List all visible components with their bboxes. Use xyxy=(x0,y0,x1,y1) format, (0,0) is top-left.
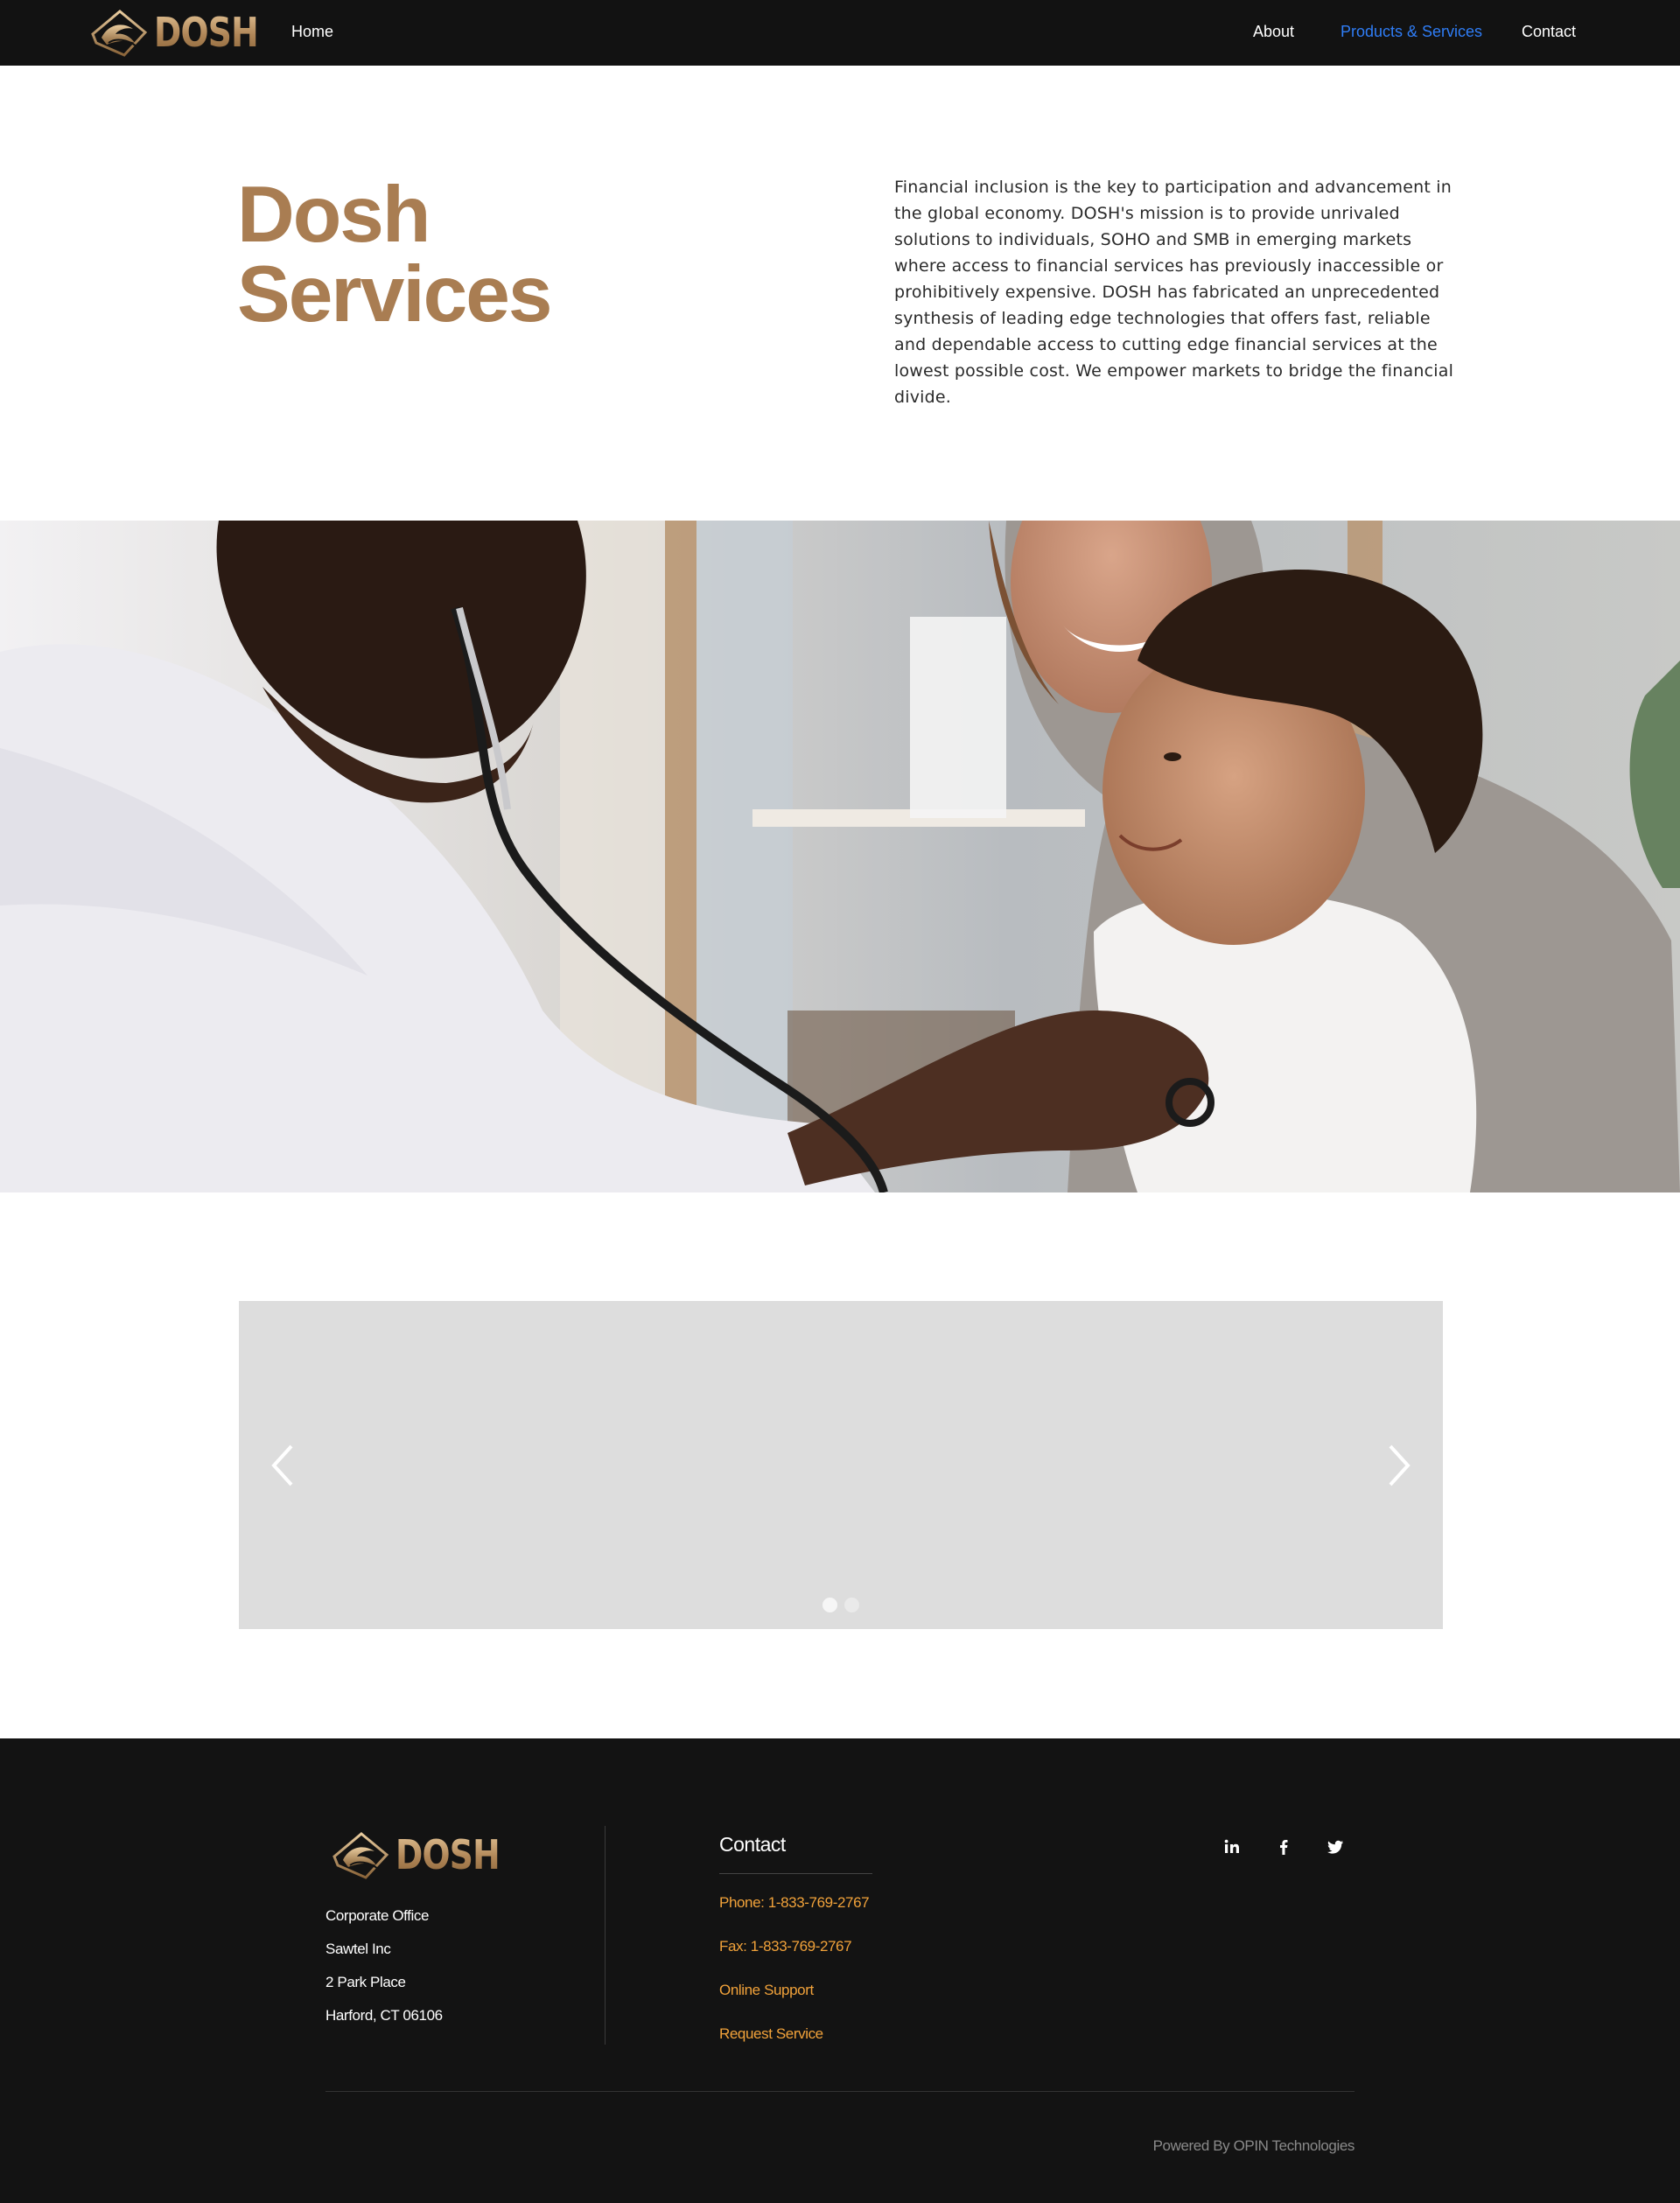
logo-wordmark: DOSH xyxy=(396,1831,500,1878)
slideshow-pagination xyxy=(239,1598,1443,1612)
footer-logo[interactable]: DOSH xyxy=(331,1829,522,1880)
phone-link[interactable]: Phone: 1-833-769-2767 xyxy=(719,1889,870,1933)
footer-divider xyxy=(605,1826,606,2045)
address-line: Harford, CT 06106 xyxy=(326,2007,443,2024)
contact-links: Phone: 1-833-769-2767 Fax: 1-833-769-276… xyxy=(719,1889,870,2064)
site-header: DOSH Home About Products & Services Cont… xyxy=(0,0,1680,66)
nav-contact[interactable]: Contact xyxy=(1522,23,1576,41)
address-line: Corporate Office xyxy=(326,1907,430,1924)
facebook-button[interactable] xyxy=(1271,1835,1296,1859)
linkedin-button[interactable] xyxy=(1220,1835,1244,1859)
page-title-line2: Services xyxy=(237,250,552,339)
contact-underline xyxy=(719,1873,872,1874)
twitter-button[interactable] xyxy=(1323,1835,1348,1859)
twitter-icon xyxy=(1327,1840,1343,1854)
slideshow-prev-button[interactable] xyxy=(265,1441,300,1490)
request-service-link[interactable]: Request Service xyxy=(719,2020,869,2064)
site-footer: DOSH Corporate Office Sawtel Inc 2 Park … xyxy=(0,1738,1680,2203)
chevron-right-icon xyxy=(1389,1444,1410,1486)
dosh-logo-icon xyxy=(331,1830,392,1879)
slideshow xyxy=(239,1301,1443,1629)
contact-heading: Contact xyxy=(719,1833,786,1856)
hero-photo xyxy=(0,521,1680,1192)
slide-dot-1[interactable] xyxy=(822,1598,837,1612)
address-line: 2 Park Place xyxy=(326,1974,406,1990)
dosh-logo-icon xyxy=(89,8,150,57)
slide-dot-2[interactable] xyxy=(844,1598,859,1612)
header-logo[interactable]: DOSH xyxy=(89,7,281,58)
chevron-left-icon xyxy=(271,1444,293,1486)
online-support-link[interactable]: Online Support xyxy=(719,1976,869,2020)
address-line: Sawtel Inc xyxy=(326,1941,391,1957)
corporate-address: Corporate Office Sawtel Inc 2 Park Place… xyxy=(326,1899,443,2032)
footer-rule xyxy=(326,2091,1354,2092)
facebook-icon xyxy=(1280,1840,1288,1855)
page-title-line1: Dosh xyxy=(237,171,431,259)
page-title: Dosh Services xyxy=(237,175,675,334)
fax-link[interactable]: Fax: 1-833-769-2767 xyxy=(719,1933,869,1976)
slideshow-next-button[interactable] xyxy=(1382,1441,1417,1490)
nav-products-services[interactable]: Products & Services xyxy=(1340,23,1482,41)
logo-wordmark: DOSH xyxy=(154,9,259,56)
nav-about[interactable]: About xyxy=(1253,23,1294,41)
powered-by-credit[interactable]: Powered By OPIN Technologies xyxy=(1153,2137,1355,2155)
linkedin-icon xyxy=(1224,1839,1239,1853)
nav-home[interactable]: Home xyxy=(291,23,333,41)
mission-paragraph: Financial inclusion is the key to partic… xyxy=(894,178,1454,407)
